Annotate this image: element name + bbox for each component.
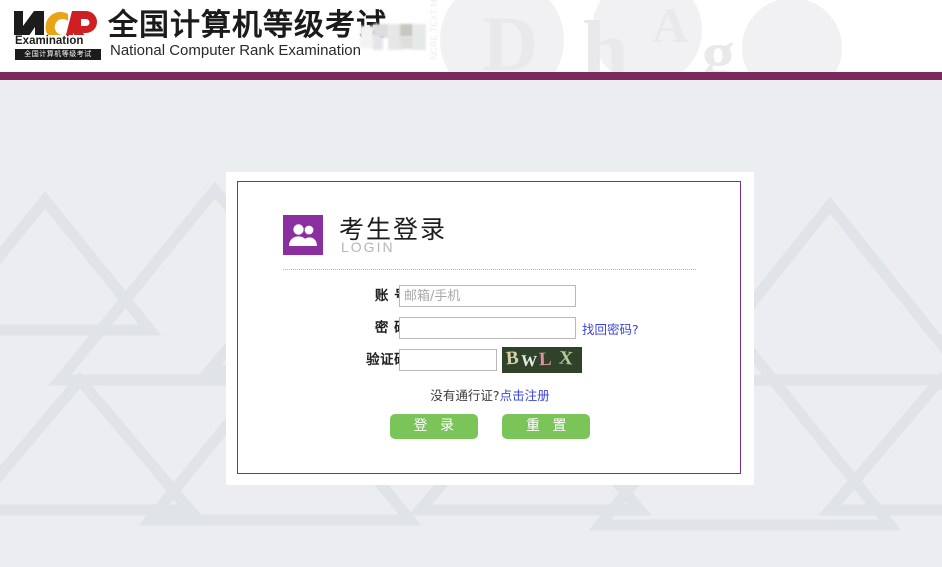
forgot-password-link[interactable]: 找回密码? <box>582 319 639 338</box>
captcha-input[interactable] <box>399 349 497 371</box>
logo-sub-bar-text: 全国计算机等级考试 <box>15 49 101 60</box>
register-prompt-line: 没有通行证?点击注册 <box>238 385 742 404</box>
captcha-image[interactable]: B W L X <box>502 347 582 373</box>
login-button-row: 登 录 重 置 <box>238 414 742 439</box>
header-watermark: D h A g NCRE TEXT MARK <box>429 0 842 72</box>
password-input[interactable] <box>399 317 576 339</box>
redacted-block <box>360 24 426 50</box>
svg-text:Examination: Examination <box>15 35 83 47</box>
login-card: 考生登录 LOGIN 账 号: 密 码: 找回密码? 验证码: B <box>226 172 754 485</box>
header-accent-bar <box>0 72 942 80</box>
register-prompt-text: 没有通行证? <box>430 388 500 403</box>
captcha-char-1: B <box>505 347 520 370</box>
ncre-logo-icon: Examination <box>14 11 97 47</box>
captcha-char-3: L <box>538 348 553 371</box>
login-subtitle: LOGIN <box>341 239 395 255</box>
form-row-captcha: 验证码: B W L X <box>238 347 742 381</box>
account-input[interactable] <box>399 285 576 307</box>
login-reset-button[interactable]: 重 置 <box>502 414 591 439</box>
svg-text:D: D <box>482 0 538 72</box>
form-row-password: 密 码: 找回密码? <box>238 317 742 349</box>
svg-text:NCRE TEXT MARK: NCRE TEXT MARK <box>429 0 439 60</box>
svg-text:h: h <box>582 4 629 72</box>
heading-divider <box>283 269 696 271</box>
site-title-en: National Computer Rank Examination <box>110 42 361 59</box>
svg-text:A: A <box>652 0 688 53</box>
login-form: 账 号: 密 码: 找回密码? 验证码: B W L X <box>238 285 742 439</box>
captcha-char-2: W <box>520 352 538 371</box>
login-submit-button[interactable]: 登 录 <box>389 414 478 439</box>
captcha-char-4: X <box>558 347 574 370</box>
site-logo[interactable]: Examination 全国计算机等级考试 <box>10 7 106 61</box>
users-icon <box>283 215 323 255</box>
site-title-cn: 全国计算机等级考试 <box>108 8 387 43</box>
svg-text:g: g <box>702 18 735 72</box>
register-link[interactable]: 点击注册 <box>500 388 550 403</box>
form-row-account: 账 号: <box>238 285 742 317</box>
login-card-inner: 考生登录 LOGIN 账 号: 密 码: 找回密码? 验证码: B <box>237 181 741 474</box>
site-header: D h A g NCRE TEXT MARK Examination 全国计算机… <box>0 0 942 72</box>
